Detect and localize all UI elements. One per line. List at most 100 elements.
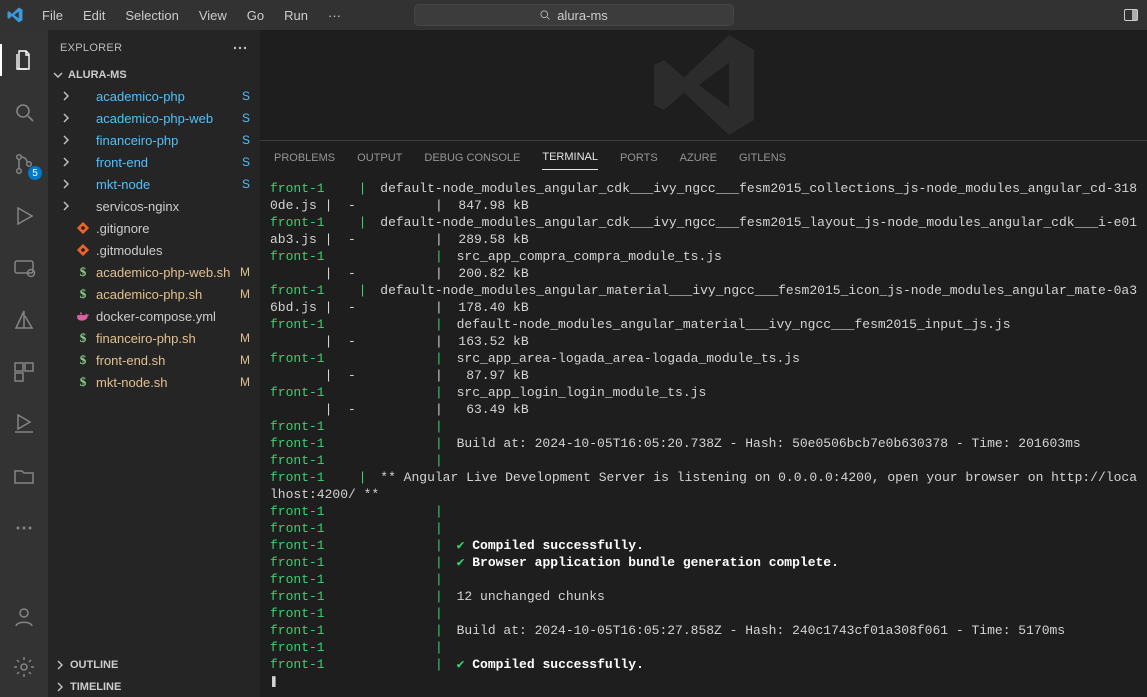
file-icon: $ (76, 331, 90, 345)
explorer-root-label: ALURA-MS (68, 69, 127, 81)
git-status: M (240, 353, 250, 367)
folder-item[interactable]: academico-php-web S (48, 107, 260, 129)
command-center[interactable]: alura-ms (414, 4, 734, 26)
file-name: mkt-node.sh (96, 375, 234, 390)
chevron-right-icon (60, 156, 70, 168)
panel-tab-output[interactable]: OUTPUT (357, 146, 402, 170)
file-name: academico-php-web.sh (96, 265, 234, 280)
file-item[interactable]: .gitignore (48, 217, 260, 239)
folder-item[interactable]: academico-phpS (48, 85, 260, 107)
menu-view[interactable]: View (191, 4, 235, 27)
file-name: servicos-nginx (96, 199, 244, 214)
explorer-sidebar: EXPLORER ALURA-MS academico-phpSacademic… (48, 30, 260, 697)
panel-tab-problems[interactable]: PROBLEMS (274, 146, 335, 170)
panel-tab-gitlens[interactable]: GITLENS (739, 146, 786, 170)
file-item[interactable]: $front-end.shM (48, 349, 260, 371)
file-name: financeiro-php (96, 133, 236, 148)
file-icon (76, 221, 90, 235)
git-status: S (242, 111, 250, 125)
chevron-right-icon (60, 200, 70, 212)
panel: PROBLEMS OUTPUT DEBUG CONSOLE TERMINAL PORTS… (260, 140, 1147, 697)
activity-explorer[interactable] (0, 40, 48, 80)
file-item[interactable]: .gitmodules (48, 239, 260, 261)
explorer-more-icon[interactable] (232, 40, 248, 56)
file-icon (76, 133, 90, 147)
folder-item[interactable]: front-endS (48, 151, 260, 173)
activity-remote[interactable] (0, 248, 48, 288)
editor-area: PROBLEMS OUTPUT DEBUG CONSOLE TERMINAL PORTS… (260, 30, 1147, 697)
menu-selection[interactable]: Selection (117, 4, 186, 27)
file-item[interactable]: docker-compose.yml (48, 305, 260, 327)
chevron-down-icon (52, 69, 64, 81)
command-center-label: alura-ms (557, 8, 608, 23)
git-status: M (240, 375, 250, 389)
vscode-watermark-icon (624, 25, 784, 145)
file-icon: $ (76, 265, 90, 279)
menu-file[interactable]: File (34, 4, 71, 27)
file-icon (76, 199, 90, 213)
explorer-root[interactable]: ALURA-MS (48, 65, 260, 85)
git-status: S (242, 155, 250, 169)
file-icon: $ (76, 353, 90, 367)
activity-source-control[interactable]: 5 (0, 144, 48, 184)
file-name: .gitignore (96, 221, 244, 236)
editor-empty (260, 30, 1147, 140)
folder-item[interactable]: servicos-nginx (48, 195, 260, 217)
menu-run[interactable]: Run (276, 4, 316, 27)
file-item[interactable]: $ mkt-node.sh M (48, 371, 260, 393)
file-item[interactable]: $academico-php-web.shM (48, 261, 260, 283)
file-icon (76, 177, 90, 191)
panel-tab-debug-console[interactable]: DEBUG CONSOLE (424, 146, 520, 170)
file-name: financeiro-php.sh (96, 331, 234, 346)
file-name: academico-php-web (96, 111, 236, 126)
file-icon (76, 243, 90, 257)
file-item[interactable]: $ academico-php.sh M (48, 283, 260, 305)
outline-section[interactable]: OUTLINE (48, 653, 260, 675)
file-icon (76, 155, 90, 169)
timeline-section[interactable]: TIMELINE (48, 675, 260, 697)
folder-item[interactable]: financeiro-php S (48, 129, 260, 151)
vscode-logo-icon (6, 6, 24, 24)
file-icon: $ (76, 375, 90, 389)
panel-tab-terminal[interactable]: TERMINAL (542, 145, 598, 170)
activity-docker[interactable] (0, 404, 48, 444)
file-item[interactable]: $financeiro-php.shM (48, 327, 260, 349)
activity-more[interactable] (0, 508, 48, 548)
chevron-right-icon (54, 659, 66, 671)
git-status: S (242, 133, 250, 147)
scm-badge: 5 (28, 166, 42, 180)
file-name: docker-compose.yml (96, 309, 244, 324)
file-tree[interactable]: academico-phpS academico-php-web Sfinancei… (48, 85, 260, 653)
layout-toggle-icon[interactable] (1123, 7, 1139, 23)
file-name: academico-php.sh (96, 287, 234, 302)
timeline-label: TIMELINE (70, 681, 121, 693)
activity-account[interactable] (0, 597, 48, 637)
file-icon (76, 111, 90, 125)
chevron-right-icon (60, 90, 70, 102)
activity-run-debug[interactable] (0, 196, 48, 236)
file-icon (76, 309, 90, 323)
file-name: .gitmodules (96, 243, 244, 258)
panel-tab-azure[interactable]: AZURE (680, 146, 717, 170)
git-status: S (242, 89, 250, 103)
file-name: mkt-node (96, 177, 236, 192)
chevron-right-icon (60, 134, 70, 146)
menu-edit[interactable]: Edit (75, 4, 113, 27)
search-icon (539, 9, 551, 21)
chevron-right-icon (60, 178, 70, 190)
panel-tabs: PROBLEMS OUTPUT DEBUG CONSOLE TERMINAL PORTS… (260, 141, 1147, 174)
explorer-title: EXPLORER (60, 42, 122, 54)
file-icon: $ (76, 287, 90, 301)
activity-extensions[interactable] (0, 352, 48, 392)
menu-more[interactable]: ··· (320, 4, 349, 27)
activity-folders[interactable] (0, 456, 48, 496)
menu-go[interactable]: Go (239, 4, 272, 27)
activity-azure[interactable] (0, 300, 48, 340)
activity-search[interactable] (0, 92, 48, 132)
terminal-output[interactable]: front-1| default-node_modules_angular_cd… (260, 174, 1147, 697)
panel-tab-ports[interactable]: PORTS (620, 146, 658, 170)
chevron-right-icon (60, 112, 70, 124)
git-status: M (240, 287, 250, 301)
folder-item[interactable]: mkt-nodeS (48, 173, 260, 195)
activity-settings[interactable] (0, 647, 48, 687)
